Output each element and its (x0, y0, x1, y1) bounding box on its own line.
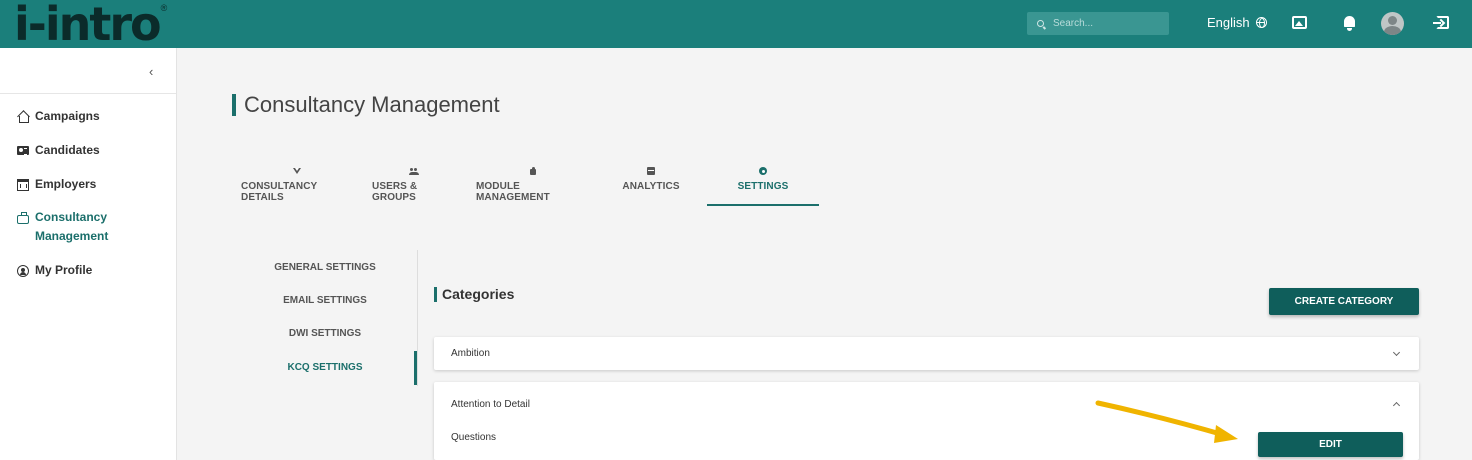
logo[interactable]: i-intro ® (14, 0, 167, 48)
title-accent-bar (232, 94, 236, 116)
category-panel-ambition[interactable]: Ambition (434, 337, 1419, 370)
tab-consultancy-details[interactable]: CONSULTANCY DETAILS (241, 160, 353, 206)
home-icon (17, 111, 29, 123)
settings-nav-active-indicator (414, 351, 417, 385)
sidebar-item-label-line2: Management (35, 229, 109, 243)
chevron-up-icon[interactable] (1392, 401, 1401, 410)
tab-settings[interactable]: SETTINGS (707, 160, 819, 206)
chevron-down-icon[interactable] (1392, 348, 1401, 357)
sidebar-divider (0, 93, 176, 94)
annotation-arrow-shaft (1095, 400, 1227, 438)
annotation-arrow (1095, 400, 1238, 443)
top-bar: i-intro ® English (0, 0, 1472, 48)
search-input[interactable] (1053, 18, 1163, 29)
tab-label: ANALYTICS (622, 181, 680, 192)
sidebar-item-label-line1: Consultancy (35, 210, 108, 224)
globe-icon (1255, 17, 1267, 28)
categories-title: Categories (442, 286, 515, 302)
profile-icon (17, 265, 29, 277)
tab-label: CONSULTANCY DETAILS (241, 181, 318, 203)
search-icon (1037, 20, 1044, 27)
sidebar-item-label: My Profile (35, 263, 93, 277)
sidebar-item-candidates[interactable]: Candidates (17, 143, 100, 160)
sidebar-item-label: Consultancy Management (35, 208, 108, 246)
tab-module-management[interactable]: MODULE MANAGEMENT (476, 160, 589, 206)
sidebar-item-my-profile[interactable]: My Profile (17, 263, 93, 280)
id-card-icon (17, 146, 29, 155)
sidebar: ‹ Campaigns Candidates Employers Consult… (0, 48, 177, 460)
avatar[interactable] (1381, 12, 1404, 35)
categories-heading: Categories (434, 286, 514, 302)
tab-bar: CONSULTANCY DETAILS USERS & GROUPS MODUL… (0, 160, 900, 208)
edit-button[interactable]: EDIT (1258, 432, 1403, 457)
settings-nav-general[interactable]: GENERAL SETTINGS (240, 262, 410, 273)
active-tab-indicator (707, 204, 819, 206)
settings-nav-kcq[interactable]: KCQ SETTINGS (240, 362, 410, 373)
settings-nav: GENERAL SETTINGS EMAIL SETTINGS DWI SETT… (240, 250, 418, 386)
category-name[interactable]: Attention to Detail (451, 399, 530, 410)
puzzle-icon (529, 167, 537, 175)
tab-label: USERS & GROUPS (372, 181, 418, 203)
bell-icon[interactable] (1344, 16, 1355, 31)
logo-registered-mark: ® (160, 3, 168, 13)
sidebar-item-consultancy-management[interactable]: Consultancy Management (17, 208, 108, 246)
annotation-arrow-head (1214, 425, 1238, 443)
gallery-icon[interactable] (1292, 16, 1307, 29)
sidebar-item-campaigns[interactable]: Campaigns (17, 109, 100, 126)
category-name: Ambition (451, 348, 490, 359)
logo-text: i-intro (14, 0, 162, 51)
language-selector[interactable]: English (1207, 15, 1267, 30)
gear-icon (759, 167, 767, 175)
tab-analytics[interactable]: ANALYTICS (616, 160, 686, 206)
sidebar-item-label: Candidates (35, 143, 100, 157)
tab-label: MODULE MANAGEMENT (476, 181, 550, 203)
search-box[interactable] (1027, 12, 1169, 35)
tab-users-groups[interactable]: USERS & GROUPS (372, 160, 456, 206)
settings-nav-email[interactable]: EMAIL SETTINGS (240, 295, 410, 306)
questions-label: Questions (451, 432, 497, 443)
briefcase-icon (17, 212, 29, 224)
page-title: Consultancy Management (244, 92, 500, 117)
sidebar-item-label: Campaigns (35, 109, 100, 123)
collapse-sidebar-button[interactable]: ‹ (149, 64, 153, 79)
users-icon (409, 167, 419, 175)
logout-icon[interactable] (1433, 16, 1449, 29)
filter-icon (293, 167, 301, 175)
categories-accent-bar (434, 286, 437, 302)
create-category-button[interactable]: CREATE CATEGORY (1269, 288, 1419, 315)
tab-label: SETTINGS (737, 181, 789, 192)
language-label: English (1207, 15, 1250, 30)
settings-nav-dwi[interactable]: DWI SETTINGS (240, 328, 410, 339)
page-title-wrapper: Consultancy Management (232, 92, 500, 118)
chart-icon (647, 167, 655, 175)
